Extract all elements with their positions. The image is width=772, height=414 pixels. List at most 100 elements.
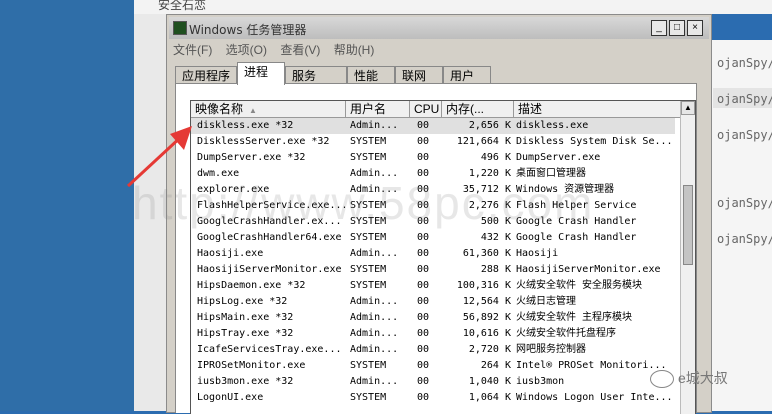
process-row[interactable]: IcafeServicesTray.exe... Admin... 00 2,720 … [191, 342, 675, 358]
scroll-thumb[interactable] [683, 185, 693, 265]
process-memory: 56,892 K [462, 312, 511, 323]
process-memory: 2,656 K [468, 120, 511, 131]
process-cpu: 00 [417, 264, 430, 275]
process-row[interactable]: LogonUI.exe SYSTEM 00 1,064 K Windows Logon … [191, 390, 675, 406]
process-memory: 264 K [480, 360, 511, 371]
tab-processes[interactable]: 进程 [237, 62, 285, 85]
process-row[interactable]: HipsLog.exe *32 Admin... 00 12,564 K 火绒日志管理 [191, 294, 675, 310]
process-row[interactable]: HipsMain.exe *32 Admin... 00 56,892 K 火绒安全软件… [191, 310, 675, 326]
process-memory: 2,720 K [468, 344, 511, 355]
process-name: HaosijiServerMonitor.exe [197, 264, 342, 275]
minimize-button[interactable]: _ [651, 20, 667, 36]
menu-help[interactable]: 帮助(H) [334, 43, 375, 57]
process-row[interactable]: HipsDaemon.exe *32 SYSTEM 00 100,316 K 火绒安全软… [191, 278, 675, 294]
process-row[interactable]: HipsTray.exe *32 Admin... 00 10,616 K 火绒安全软件… [191, 326, 675, 342]
column-image-name[interactable]: 映像名称 ▲ [191, 101, 346, 117]
process-description: Haosiji [516, 248, 559, 259]
list-header: 映像名称 ▲ 用户名 CPU 内存(... 描述 [191, 101, 687, 118]
column-memory[interactable]: 内存(... [442, 101, 514, 117]
tab-users[interactable]: 用户 [443, 66, 491, 84]
process-name: Haosiji.exe [197, 248, 264, 259]
maximize-button[interactable]: □ [669, 20, 685, 36]
menu-bar: 文件(F) 选项(O) 查看(V) 帮助(H) [173, 41, 384, 57]
process-description: HaosijiServerMonitor.exe [516, 264, 661, 275]
process-cpu: 00 [417, 296, 430, 307]
process-description: Windows Logon User Inte... [516, 392, 673, 403]
process-cpu: 00 [417, 312, 430, 323]
background-right-window: ojanSpy/ ojanSpy/Q ojanSpy/Q ojanSpy/Q o… [706, 40, 772, 411]
process-list[interactable]: 映像名称 ▲ 用户名 CPU 内存(... 描述 diskless.exe *32… [190, 100, 696, 414]
process-description: Google Crash Handler [516, 232, 637, 243]
process-cpu: 00 [417, 248, 430, 259]
process-row[interactable]: DumpServer.exe *32 SYSTEM 00 496 K DumpServe… [191, 150, 675, 166]
process-memory: 100,316 K [456, 280, 511, 291]
processes-panel: 映像名称 ▲ 用户名 CPU 内存(... 描述 diskless.exe *32… [175, 83, 697, 414]
process-user: SYSTEM [350, 232, 387, 243]
process-row[interactable]: diskless.exe *32 Admin... 00 2,656 K diskles… [191, 118, 675, 134]
process-user: Admin... [350, 248, 399, 259]
background-list-item: ojanSpy/Q [717, 128, 772, 142]
process-description: 网吧服务控制器 [516, 344, 586, 355]
column-cpu[interactable]: CPU [410, 101, 442, 117]
process-memory: 10,616 K [462, 328, 511, 339]
process-user: SYSTEM [350, 280, 387, 291]
sort-ascending-icon: ▲ [249, 106, 257, 115]
process-cpu: 00 [417, 232, 430, 243]
process-memory: 288 K [480, 264, 511, 275]
column-user-name[interactable]: 用户名 [346, 101, 410, 117]
watermark-wechat: e城大叔 [650, 368, 728, 389]
process-description: Diskless System Disk Se... [516, 136, 673, 147]
process-memory: 1,040 K [468, 376, 511, 387]
close-button[interactable]: × [687, 20, 703, 36]
process-description: diskless.exe [516, 120, 589, 131]
process-memory: 496 K [480, 152, 511, 163]
process-row[interactable]: DisklessServer.exe *32 SYSTEM 00 121,664 K D… [191, 134, 675, 150]
process-row[interactable]: iusb3mon.exe *32 Admin... 00 1,040 Kiusb3mo… [191, 374, 675, 390]
process-user: Admin... [350, 120, 399, 131]
background-list-item: ojanSpy/Q [717, 232, 772, 246]
process-name: DisklessServer.exe *32 [197, 136, 330, 147]
process-user: SYSTEM [350, 152, 387, 163]
process-cpu: 00 [417, 136, 430, 147]
background-window-strip: 安全石恋 [134, 0, 772, 14]
background-list-item: ojanSpy/Q [717, 196, 772, 210]
background-list-item: ojanSpy/Q [713, 88, 772, 108]
menu-options[interactable]: 选项(O) [226, 43, 267, 57]
task-manager-icon [173, 21, 187, 35]
process-rows: diskless.exe *32 Admin... 00 2,656 K diskles… [191, 118, 675, 406]
process-cpu: 00 [417, 120, 430, 131]
process-name: LogonUI.exe [197, 392, 264, 403]
process-cpu: 00 [417, 280, 430, 291]
tab-performance[interactable]: 性能 [347, 66, 395, 84]
process-name: GoogleCrashHandler64.exe [197, 232, 342, 243]
process-row[interactable]: GoogleCrashHandler64.exe SYSTEM 00 432 K Goo… [191, 230, 675, 246]
title-bar[interactable]: Windows 任务管理器 _ □ × [169, 17, 709, 39]
process-description: DumpServer.exe [516, 152, 601, 163]
process-user: Admin... [350, 344, 399, 355]
process-cpu: 00 [417, 392, 430, 403]
process-row[interactable]: IPROSetMonitor.exe SYSTEM 00 264 K Intel® PR… [191, 358, 675, 374]
menu-view[interactable]: 查看(V) [280, 43, 320, 57]
process-name: HipsTray.exe *32 [197, 328, 294, 339]
desktop-background [0, 0, 134, 411]
process-memory: 61,360 K [462, 248, 511, 259]
process-description: 火绒日志管理 [516, 296, 576, 307]
tab-services[interactable]: 服务 [285, 66, 347, 84]
tab-networking[interactable]: 联网 [395, 66, 443, 84]
process-user: SYSTEM [350, 392, 387, 403]
process-cpu: 00 [417, 344, 430, 355]
scroll-up-icon[interactable]: ▲ [681, 101, 695, 115]
process-user: SYSTEM [350, 360, 387, 371]
process-row[interactable]: HaosijiServerMonitor.exe SYSTEM 00 288 K Hao… [191, 262, 675, 278]
background-label: 安全石恋 [158, 0, 207, 12]
wechat-icon [650, 370, 674, 389]
process-user: SYSTEM [350, 264, 387, 275]
tab-applications[interactable]: 应用程序 [175, 66, 237, 84]
process-name: IcafeServicesTray.exe... [197, 344, 342, 355]
column-description[interactable]: 描述 [514, 101, 687, 117]
process-user: Admin... [350, 312, 399, 323]
process-row[interactable]: Haosiji.exe Admin... 00 61,360 K Haosiji [191, 246, 675, 262]
menu-file[interactable]: 文件(F) [173, 43, 212, 57]
process-cpu: 00 [417, 376, 430, 387]
process-description: 火绒安全软件 安全服务模块 [516, 280, 643, 291]
